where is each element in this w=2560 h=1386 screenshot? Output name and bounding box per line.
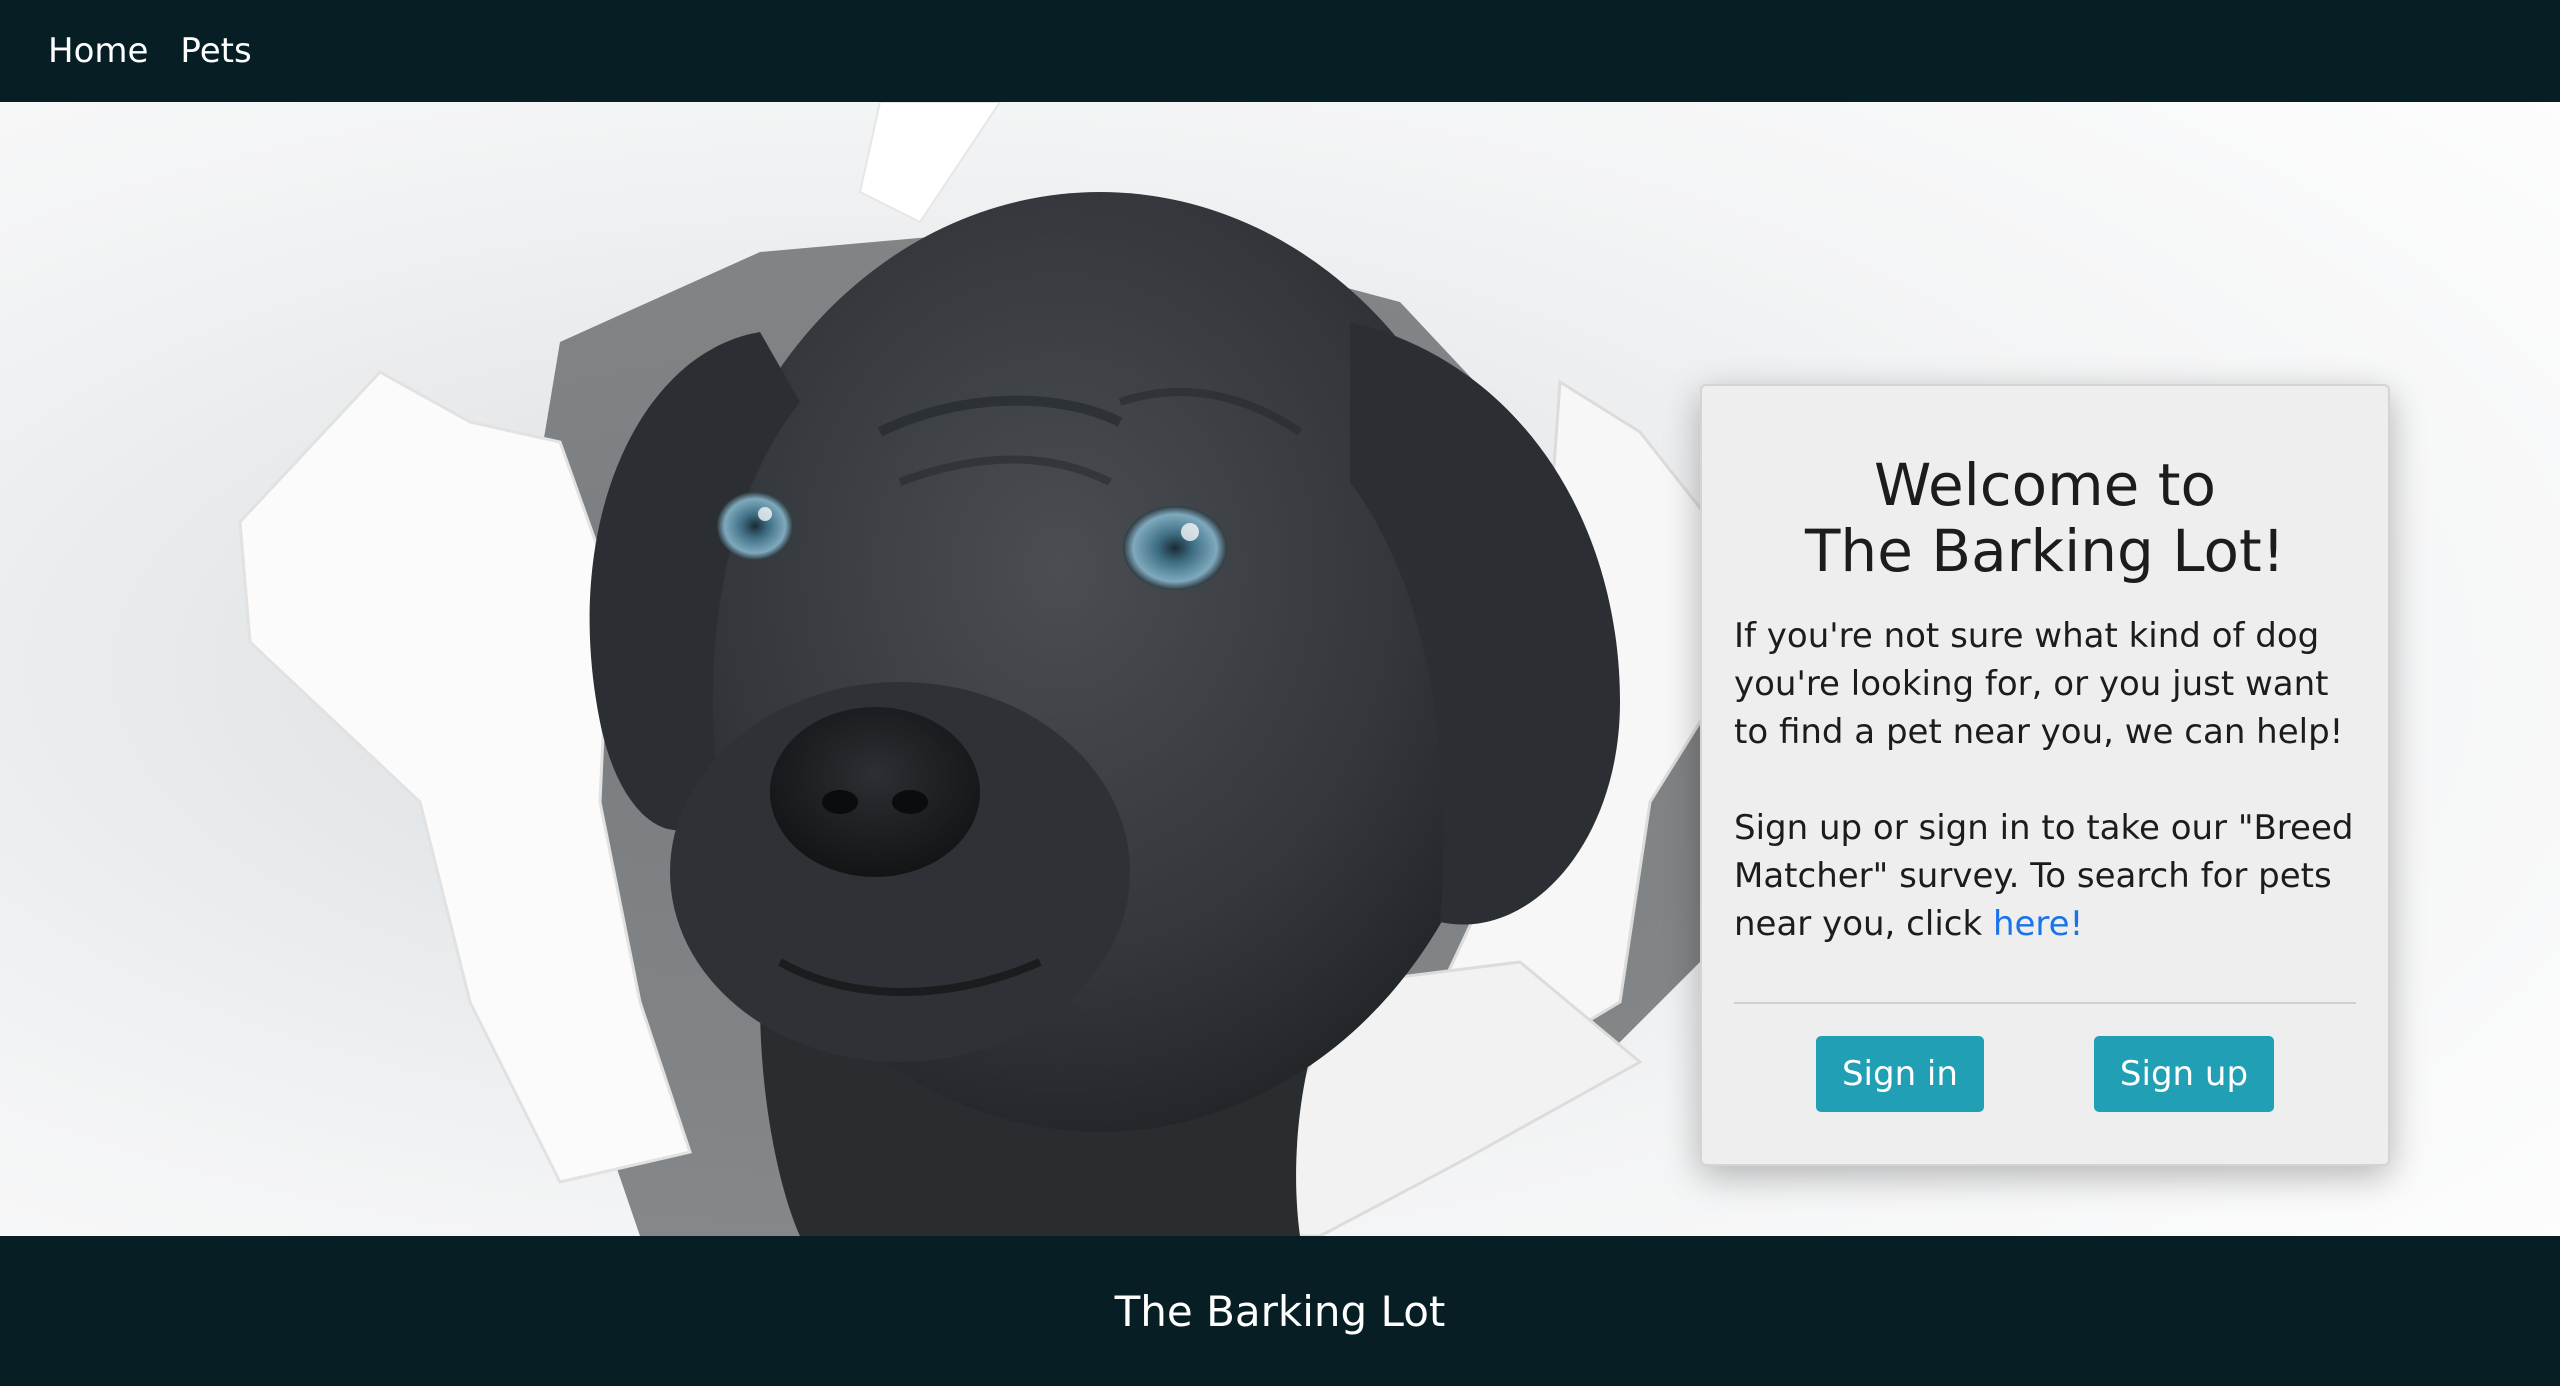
sign-in-button[interactable]: Sign in — [1815, 1036, 1984, 1112]
footer: The Barking Lot — [0, 1236, 2560, 1386]
welcome-paragraph-1: If you're not sure what kind of dog you'… — [1734, 616, 2344, 752]
card-divider — [1734, 1002, 2356, 1004]
nav-pets-link[interactable]: Pets — [180, 31, 251, 71]
here-link[interactable]: here! — [1993, 904, 2083, 944]
welcome-title-line1: Welcome to — [1874, 451, 2216, 519]
welcome-card: Welcome to The Barking Lot! If you're no… — [1700, 384, 2390, 1166]
hero-section: Welcome to The Barking Lot! If you're no… — [0, 102, 2560, 1236]
footer-brand-text: The Barking Lot — [1114, 1286, 1446, 1336]
puppy-eye-right — [1123, 506, 1227, 590]
sign-up-button[interactable]: Sign up — [2093, 1036, 2275, 1112]
navbar: Home Pets — [0, 0, 2560, 102]
auth-button-row: Sign in Sign up — [1734, 1036, 2356, 1112]
puppy-nose — [770, 707, 980, 877]
nav-home-link[interactable]: Home — [48, 31, 148, 71]
welcome-title-line2: The Barking Lot! — [1805, 517, 2285, 585]
welcome-paragraph-2: Sign up or sign in to take our "Breed Ma… — [1734, 804, 2356, 948]
puppy-eye-left — [717, 492, 793, 560]
welcome-title: Welcome to The Barking Lot! — [1734, 452, 2356, 584]
